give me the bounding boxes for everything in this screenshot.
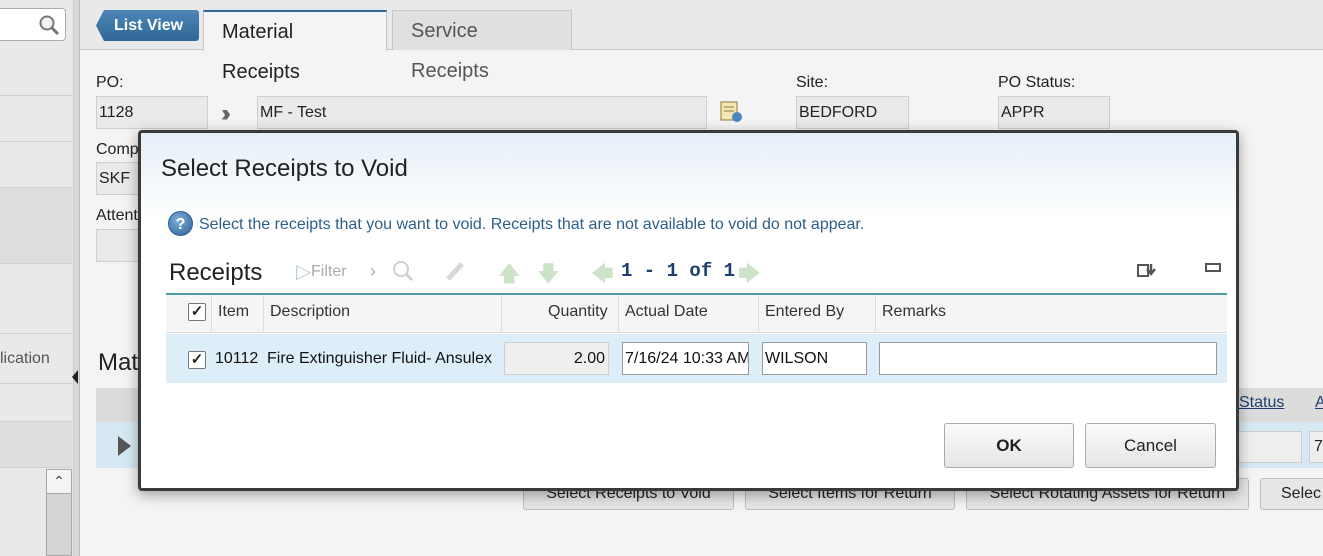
sidebar-splitter[interactable] xyxy=(72,0,80,556)
search-icon[interactable] xyxy=(391,259,415,283)
po-status-field[interactable]: APPR xyxy=(998,96,1110,129)
download-icon[interactable] xyxy=(1137,261,1159,281)
list-view-button[interactable]: List View xyxy=(96,10,200,41)
po-label: PO: xyxy=(96,74,124,91)
entered-by-field[interactable]: WILSON xyxy=(762,342,867,375)
select-button[interactable]: Selec xyxy=(1260,478,1323,510)
site-field[interactable]: BEDFORD xyxy=(796,96,909,129)
remarks-field[interactable] xyxy=(879,342,1217,375)
minimize-table-icon[interactable] xyxy=(1205,263,1221,272)
tab-material-receipts[interactable]: Material Receipts xyxy=(203,10,387,83)
column-divider xyxy=(501,295,502,333)
po-description-field[interactable]: MF - Test xyxy=(257,96,707,129)
section-title: Mat xyxy=(98,349,139,376)
column-divider xyxy=(211,295,212,333)
actual-date-field[interactable]: 7/16/24 10:33 AM xyxy=(622,342,749,375)
sidebar-item[interactable] xyxy=(0,188,72,264)
select-receipts-dialog: Select Receipts to Void ? Select the rec… xyxy=(138,130,1239,491)
column-divider xyxy=(263,295,264,333)
search-icon[interactable] xyxy=(38,14,60,36)
row-select-checkbox[interactable]: ✓ xyxy=(188,351,206,369)
column-divider xyxy=(875,295,876,333)
po-status-label: PO Status: xyxy=(998,74,1076,91)
cancel-button[interactable]: Cancel xyxy=(1085,423,1216,468)
help-icon: ? xyxy=(168,211,193,236)
dialog-title: Select Receipts to Void xyxy=(161,155,408,182)
ok-button[interactable]: OK xyxy=(944,423,1074,468)
sidebar-item[interactable] xyxy=(0,142,72,188)
previous-page-icon[interactable]: 🡄 xyxy=(591,257,614,295)
column-header[interactable]: A xyxy=(1315,394,1323,412)
column-header-remarks[interactable]: Remarks xyxy=(882,303,946,321)
column-divider xyxy=(758,295,759,333)
table-title: Receipts xyxy=(169,259,263,286)
filter-icon[interactable]: ▷ xyxy=(296,259,311,284)
status-column-header[interactable]: Status xyxy=(1239,394,1284,412)
item-cell: 10112 xyxy=(215,350,259,367)
collapse-arrow-icon[interactable] xyxy=(72,370,78,384)
filter-button[interactable]: Filter xyxy=(311,263,347,281)
column-header-quantity[interactable]: Quantity xyxy=(548,303,608,321)
column-header-actual-date[interactable]: Actual Date xyxy=(625,303,708,321)
column-divider xyxy=(618,295,619,333)
sidebar-search-field[interactable] xyxy=(0,8,66,41)
info-message: Select the receipts that you want to voi… xyxy=(199,216,865,233)
document-lookup-icon[interactable] xyxy=(718,98,744,124)
tab-service-receipts[interactable]: Service Receipts xyxy=(392,10,572,82)
detail-menu-icon[interactable]: ›› xyxy=(221,100,231,128)
sidebar-item[interactable] xyxy=(0,264,72,334)
po-field[interactable]: 1128 xyxy=(96,96,208,129)
select-all-checkbox[interactable]: ✓ xyxy=(188,303,206,321)
expand-row-icon[interactable] xyxy=(118,436,131,456)
column-header-entered-by[interactable]: Entered By xyxy=(765,303,844,321)
arrow-down-icon[interactable]: 🡇 xyxy=(537,257,560,295)
next-page-icon[interactable]: 🡆 xyxy=(738,257,761,295)
sidebar-item-application[interactable]: lication xyxy=(0,334,72,384)
column-header-description[interactable]: Description xyxy=(270,303,350,321)
filter-chevron-icon[interactable]: › xyxy=(370,261,376,282)
clear-filter-icon[interactable] xyxy=(444,259,468,283)
arrow-up-icon[interactable]: 🡅 xyxy=(498,257,521,295)
sidebar-item-label: lication xyxy=(0,350,50,367)
sidebar-item[interactable] xyxy=(0,96,72,142)
company-label: Comp xyxy=(96,141,139,158)
description-cell: Fire Extinguisher Fluid- Ansulex xyxy=(267,350,492,367)
quantity-field[interactable]: 2.00 xyxy=(504,342,609,375)
pagination-label: 1 - 1 of 1 xyxy=(621,260,736,282)
scroll-up-icon[interactable]: ⌃ xyxy=(46,469,72,494)
column-header-item[interactable]: Item xyxy=(218,303,249,321)
site-label: Site: xyxy=(796,74,829,91)
sidebar-item[interactable] xyxy=(0,422,72,468)
sidebar-item[interactable] xyxy=(0,50,72,96)
sidebar-item[interactable] xyxy=(0,384,72,422)
table-cell[interactable]: 7 xyxy=(1309,431,1323,463)
attention-label: Attent xyxy=(96,207,138,224)
